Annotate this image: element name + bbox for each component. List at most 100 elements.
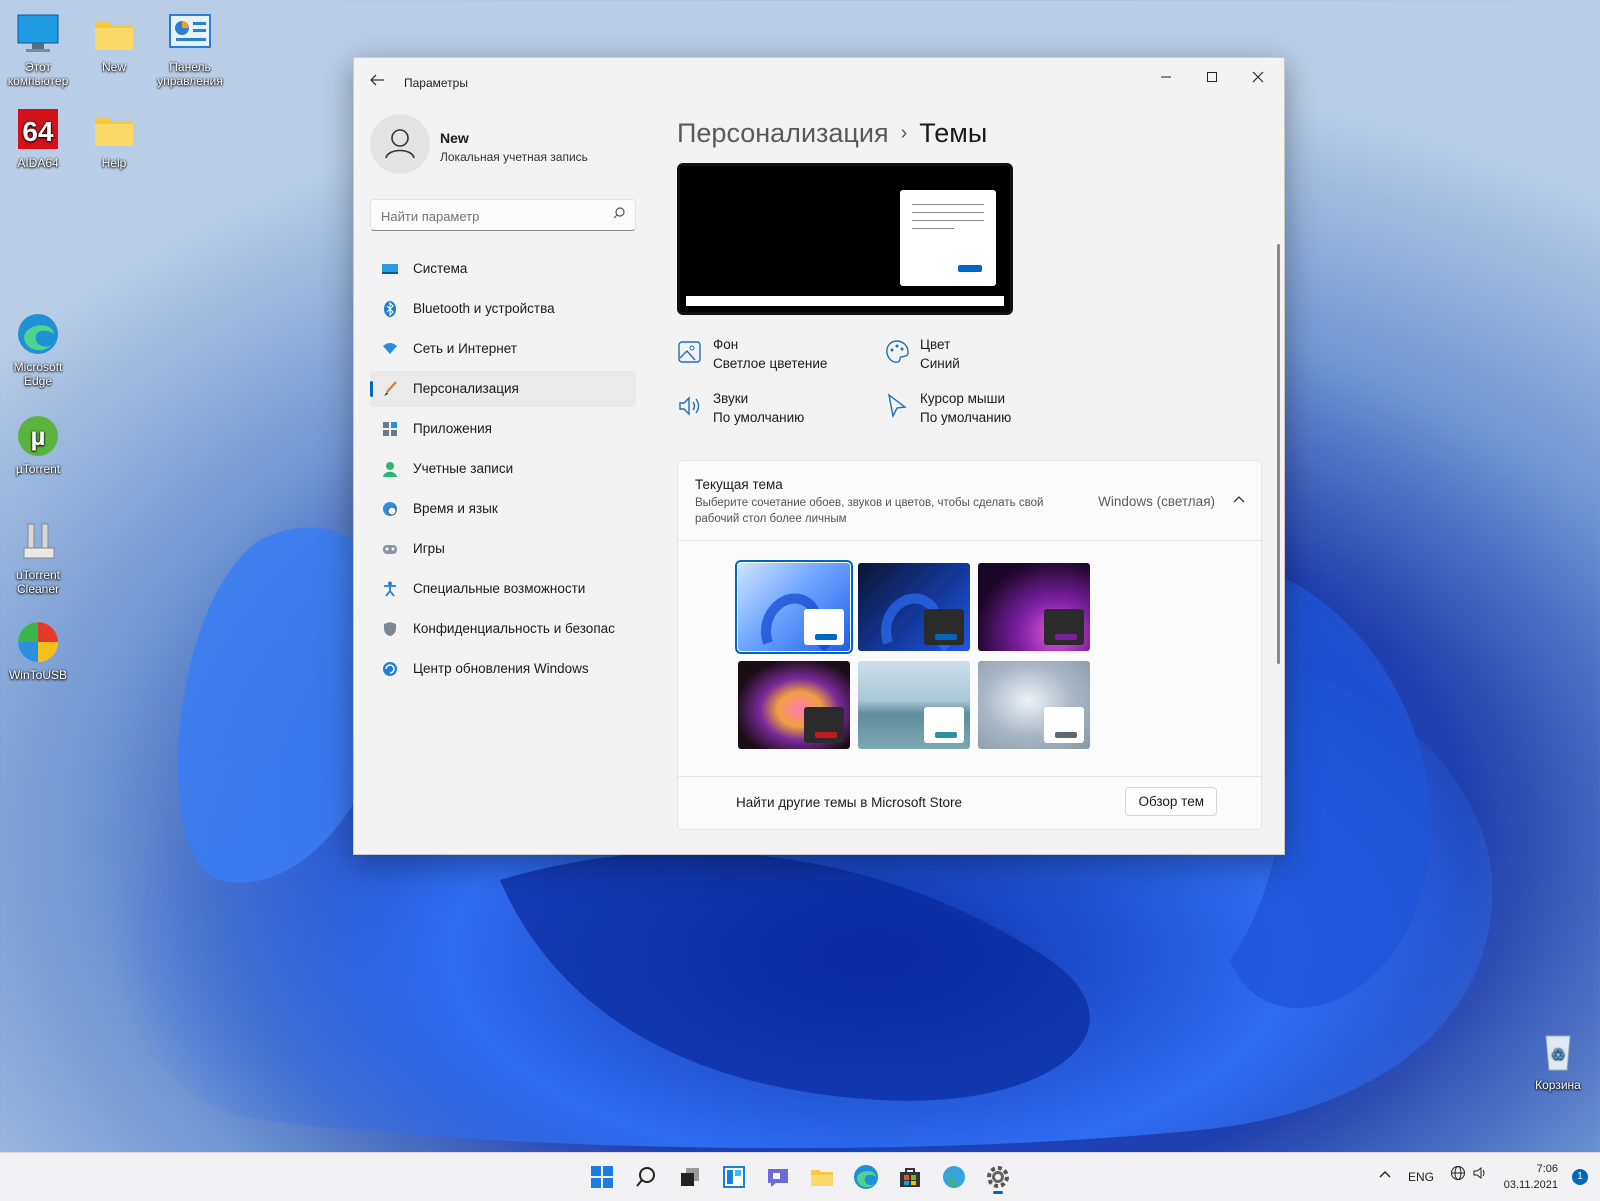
desktop-icon-edge[interactable]: Microsoft Edge	[0, 312, 76, 388]
breadcrumb: Персонализация › Темы	[677, 118, 987, 149]
search-icon[interactable]	[632, 1163, 660, 1191]
utorrent-cleaner-icon	[16, 520, 60, 564]
svg-text:64: 64	[22, 116, 54, 147]
desktop-icon-this-pc[interactable]: Этот компьютер	[0, 12, 76, 88]
search-input[interactable]	[379, 205, 603, 227]
file-explorer-icon[interactable]	[808, 1163, 836, 1191]
task-view-icon[interactable]	[676, 1163, 704, 1191]
current-theme-header[interactable]: Текущая тема Выберите сочетание обоев, з…	[678, 461, 1261, 541]
settings-icon[interactable]	[984, 1163, 1012, 1194]
breadcrumb-parent[interactable]: Персонализация	[677, 118, 889, 148]
sidebar-item-label: Игры	[413, 541, 445, 556]
globe-app-icon[interactable]	[940, 1163, 968, 1191]
sidebar-item-apps[interactable]: Приложения	[370, 411, 636, 447]
sidebar-item-accounts[interactable]: Учетные записи	[370, 451, 636, 487]
notification-badge[interactable]: 1	[1572, 1169, 1588, 1185]
desktop-icon-wintousb[interactable]: WinToUSB	[0, 620, 76, 682]
sidebar-item-gaming[interactable]: Игры	[370, 531, 636, 567]
widgets-icon[interactable]	[720, 1163, 748, 1191]
clock-date: 03.11.2021	[1503, 1179, 1558, 1191]
sidebar-item-label: Сеть и Интернет	[413, 341, 517, 356]
desktop-icon-label: WinToUSB	[8, 668, 67, 682]
desktop-icon-help-folder[interactable]: Help	[76, 108, 152, 170]
sidebar-nav: Система Bluetooth и устройства Сеть и Ин…	[370, 251, 636, 691]
background-setting[interactable]: Фон Светлое цветение	[677, 337, 877, 377]
desktop-icon-new-folder[interactable]: New	[76, 12, 152, 74]
search-icon[interactable]	[613, 206, 625, 222]
sidebar-item-privacy[interactable]: Конфиденциальность и безопас	[370, 611, 636, 647]
mouse-cursor-setting[interactable]: Курсор мыши По умолчанию	[884, 391, 1084, 431]
desktop-icon-utorrent[interactable]: µ µTorrent	[0, 414, 76, 476]
desktop-icon-label: Корзина	[1535, 1078, 1581, 1092]
maximize-button[interactable]	[1190, 64, 1234, 94]
sidebar-item-network[interactable]: Сеть и Интернет	[370, 331, 636, 367]
theme-thumb-captured-motion[interactable]	[738, 661, 850, 749]
user-icon	[385, 129, 415, 159]
desktop-icon-label: µTorrent	[15, 462, 61, 476]
current-theme-description: Выберите сочетание обоев, звуков и цвето…	[695, 497, 1044, 525]
theme-thumb-sunrise[interactable]	[858, 661, 970, 749]
volume-icon[interactable]	[1472, 1153, 1488, 1201]
sidebar-item-personalization[interactable]: Персонализация	[370, 371, 636, 407]
aida64-icon: 64	[16, 108, 60, 152]
theme-thumb-glow[interactable]	[978, 563, 1090, 651]
start-icon[interactable]	[588, 1163, 616, 1191]
sidebar-item-label: Учетные записи	[413, 461, 514, 476]
sidebar-item-label: Приложения	[413, 421, 492, 436]
browse-themes-button[interactable]: Обзор тем	[1125, 787, 1217, 816]
cursor-title: Курсор мыши	[920, 391, 1005, 406]
bluetooth-icon	[382, 301, 398, 317]
store-row: Найти другие темы в Microsoft Store Обзо…	[678, 776, 1261, 829]
show-hidden-icons[interactable]	[1378, 1153, 1392, 1201]
store-icon[interactable]	[896, 1163, 924, 1191]
back-arrow-icon[interactable]	[368, 72, 390, 90]
sidebar-item-label: Система	[413, 261, 468, 276]
sidebar-item-system[interactable]: Система	[370, 251, 636, 287]
language-indicator[interactable]: ENG	[1408, 1153, 1434, 1201]
desktop-icon-label: Этот компьютер	[7, 60, 69, 88]
theme-thumb-windows-dark[interactable]	[858, 563, 970, 651]
sounds-value: По умолчанию	[713, 410, 805, 425]
sidebar-item-accessibility[interactable]: Специальные возможности	[370, 571, 636, 607]
monitor-icon	[16, 12, 60, 56]
network-icon[interactable]	[1450, 1153, 1466, 1201]
svg-text:♻: ♻	[1551, 1045, 1565, 1064]
sounds-setting[interactable]: Звуки По умолчанию	[677, 391, 877, 431]
desktop-icon-label: Панель управления	[157, 60, 223, 88]
edge-icon[interactable]	[852, 1163, 880, 1191]
preview-accent-button	[958, 265, 982, 272]
globe-clock-icon	[382, 501, 398, 517]
account-type: Локальная учетная запись	[440, 150, 588, 164]
control-panel-icon	[168, 12, 212, 56]
desktop-icon-utorrent-cleaner[interactable]: uTorrent Cleaner	[0, 520, 76, 596]
utorrent-icon: µ	[16, 414, 60, 458]
desktop-icon-aida64[interactable]: 64 AIDA64	[0, 108, 76, 170]
color-setting[interactable]: Цвет Синий	[884, 337, 1084, 377]
sidebar-item-windows-update[interactable]: Центр обновления Windows	[370, 651, 636, 687]
wintousb-icon	[16, 620, 60, 664]
chat-icon[interactable]	[764, 1163, 792, 1191]
breadcrumb-separator: ›	[900, 122, 908, 144]
user-profile[interactable]: New Локальная учетная запись	[370, 114, 640, 178]
sidebar-item-bluetooth[interactable]: Bluetooth и устройства	[370, 291, 636, 327]
folder-icon	[92, 108, 136, 152]
sidebar-item-label: Центр обновления Windows	[413, 661, 589, 676]
close-button[interactable]	[1236, 64, 1280, 94]
title-bar: Параметры	[354, 58, 1284, 102]
scrollbar[interactable]	[1277, 244, 1280, 664]
theme-thumb-windows-light[interactable]	[735, 560, 853, 654]
theme-thumb-flow[interactable]	[978, 661, 1090, 749]
minimize-button[interactable]	[1144, 64, 1188, 94]
clock[interactable]: 7:06 03.11.2021	[1504, 1161, 1558, 1193]
sidebar-item-time-language[interactable]: Время и язык	[370, 491, 636, 527]
background-title: Фон	[713, 337, 739, 352]
gamepad-icon	[382, 541, 398, 557]
current-theme-title: Текущая тема	[695, 477, 783, 492]
active-indicator	[370, 381, 373, 397]
chevron-up-icon[interactable]	[1233, 493, 1245, 509]
desktop-icon-recycle-bin[interactable]: ♻ Корзина	[1520, 1030, 1596, 1092]
desktop-icon-control-panel[interactable]: Панель управления	[152, 12, 228, 88]
avatar	[370, 114, 430, 174]
recycle-bin-icon: ♻	[1536, 1030, 1580, 1074]
search-box[interactable]	[370, 199, 636, 231]
